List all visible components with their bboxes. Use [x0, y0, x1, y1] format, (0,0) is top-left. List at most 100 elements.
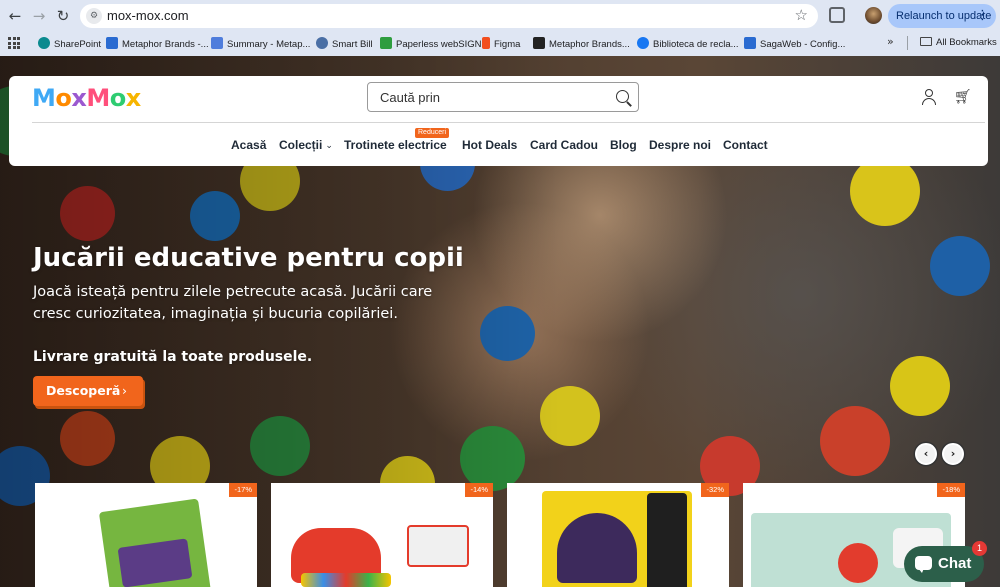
metaphor-icon: [533, 37, 545, 49]
menu-item-about[interactable]: Despre noi: [649, 138, 711, 152]
product-image-detail: [557, 513, 637, 583]
bookmark-summary[interactable]: Summary - Metap...: [211, 37, 310, 51]
menu-kebab-icon[interactable]: ⋮: [976, 4, 989, 28]
page: MoxMox Caută prin 🛒︎ Reduceri Acasă Cole…: [0, 56, 1000, 587]
product-card[interactable]: -32%: [507, 483, 729, 587]
ball-decoration: [820, 406, 890, 476]
bookmark-star-icon[interactable]: ☆: [795, 6, 808, 24]
discount-badge: -14%: [465, 483, 493, 497]
bookmark-label: Paperless webSIGN: [396, 39, 482, 50]
paperless-icon: [380, 37, 392, 49]
meta-icon: [637, 37, 649, 49]
extensions-icon[interactable]: [829, 7, 845, 23]
profile-avatar[interactable]: [865, 7, 882, 24]
hero-shipping-note: Livrare gratuită la toate produsele.: [33, 349, 313, 365]
account-icon[interactable]: [922, 89, 936, 105]
ball-decoration: [930, 236, 990, 296]
smartbill-icon: [316, 37, 328, 49]
relaunch-button[interactable]: Relaunch to update ⋮: [888, 4, 996, 28]
address-bar[interactable]: ⚙ mox-mox.com ☆: [80, 4, 818, 28]
chevron-down-icon: ⌄: [325, 141, 333, 151]
menu-item-home[interactable]: Acasă: [231, 138, 266, 152]
bookmark-label: Summary - Metap...: [227, 39, 311, 50]
cart-icon[interactable]: 🛒︎: [954, 89, 972, 105]
main-menu: Acasă Colecții ⌄ Trotinete electrice Hot …: [9, 138, 988, 156]
menu-item-blog[interactable]: Blog: [610, 138, 637, 152]
discover-button[interactable]: Descoperă ›: [33, 376, 143, 406]
search-placeholder: Caută prin: [380, 90, 440, 105]
sharepoint-icon: [38, 37, 50, 49]
hero-title: Jucării educative pentru copii: [33, 243, 464, 273]
product-image-detail: [301, 573, 391, 587]
bookmarks-overflow-icon[interactable]: »: [887, 35, 894, 48]
bookmark-label: Metaphor Brands...: [549, 39, 630, 50]
chevron-right-icon: ›: [950, 447, 956, 460]
product-image-detail: [647, 493, 687, 587]
search-icon[interactable]: [616, 90, 629, 103]
bookmark-metaphor-1[interactable]: Metaphor Brands -...: [106, 37, 209, 51]
product-card[interactable]: -17%: [35, 483, 257, 587]
header-divider: [32, 122, 985, 123]
all-bookmarks[interactable]: All Bookmarks: [920, 37, 997, 48]
bookmark-figma[interactable]: Figma: [482, 37, 520, 51]
chat-notification-badge: 1: [972, 541, 987, 556]
slider-prev-button[interactable]: ‹: [915, 443, 937, 465]
apps-grid-icon[interactable]: [8, 37, 20, 49]
logo-letter: M: [86, 84, 110, 112]
chat-label: Chat: [938, 555, 972, 572]
discount-badge: -32%: [701, 483, 729, 497]
ball-decoration: [850, 156, 920, 226]
logo-letter: o: [55, 84, 72, 112]
bookmark-sharepoint[interactable]: SharePoint: [38, 37, 101, 51]
logo-letter: x: [125, 84, 141, 112]
site-logo[interactable]: MoxMox: [32, 84, 141, 112]
product-image-box: [407, 525, 469, 567]
figma-icon: [482, 37, 490, 49]
url-text[interactable]: mox-mox.com: [107, 8, 189, 23]
menu-item-collections[interactable]: Colecții ⌄: [279, 138, 333, 152]
sale-badge: Reduceri: [415, 128, 450, 138]
ball-decoration: [890, 356, 950, 416]
menu-item-scooters[interactable]: Trotinete electrice: [344, 138, 447, 152]
forward-icon[interactable]: →: [30, 7, 48, 25]
menu-item-label: Colecții: [279, 138, 323, 152]
browser-toolbar: ← → ↻ ⚙ mox-mox.com ☆ Relaunch to update…: [0, 0, 1000, 31]
bookmark-label: Biblioteca de recla...: [653, 39, 739, 50]
menu-item-gift-card[interactable]: Card Cadou: [530, 138, 598, 152]
bookmarks-divider: [907, 36, 908, 50]
sagaweb-icon: [744, 37, 756, 49]
product-image-detail: [838, 543, 878, 583]
site-info-icon[interactable]: ⚙: [86, 8, 102, 24]
slider-next-button[interactable]: ›: [942, 443, 964, 465]
bookmark-label: SharePoint: [54, 39, 102, 50]
bookmark-label: Figma: [494, 39, 521, 50]
hero-subtitle: Joacă isteață pentru zilele petrecute ac…: [33, 284, 433, 322]
chevron-right-icon: ›: [122, 383, 127, 398]
bookmark-paperless[interactable]: Paperless webSIGN: [380, 37, 482, 51]
bookmark-sagaweb[interactable]: SagaWeb - Config...: [744, 37, 845, 51]
menu-item-contact[interactable]: Contact: [723, 138, 768, 152]
product-card[interactable]: -14%: [271, 483, 493, 587]
logo-letter: M: [32, 84, 56, 112]
reload-icon[interactable]: ↻: [54, 7, 72, 25]
bookmark-metaphor-2[interactable]: Metaphor Brands...: [533, 37, 630, 51]
bookmark-smartbill[interactable]: Smart Bill: [316, 37, 373, 51]
search-input[interactable]: Caută prin: [367, 82, 639, 112]
bookmark-label: Metaphor Brands -...: [122, 39, 209, 50]
metaphor-icon: [106, 37, 118, 49]
site-header: MoxMox Caută prin 🛒︎ Reduceri Acasă Cole…: [9, 76, 988, 166]
chat-bubble-icon: [915, 556, 932, 573]
all-bookmarks-label: All Bookmarks: [936, 37, 997, 48]
folder-icon: [920, 37, 932, 46]
bookmark-label: SagaWeb - Config...: [760, 39, 846, 50]
back-icon[interactable]: ←: [6, 7, 24, 25]
bookmark-biblioteca[interactable]: Biblioteca de recla...: [637, 37, 739, 51]
discover-label: Descoperă: [46, 383, 121, 398]
chevron-left-icon: ‹: [923, 447, 929, 460]
menu-item-hot-deals[interactable]: Hot Deals: [462, 138, 517, 152]
browser-chrome: ← → ↻ ⚙ mox-mox.com ☆ Relaunch to update…: [0, 0, 1000, 56]
bookmark-label: Smart Bill: [332, 39, 373, 50]
discount-badge: -18%: [937, 483, 965, 497]
discount-badge: -17%: [229, 483, 257, 497]
logo-letter: x: [71, 84, 87, 112]
